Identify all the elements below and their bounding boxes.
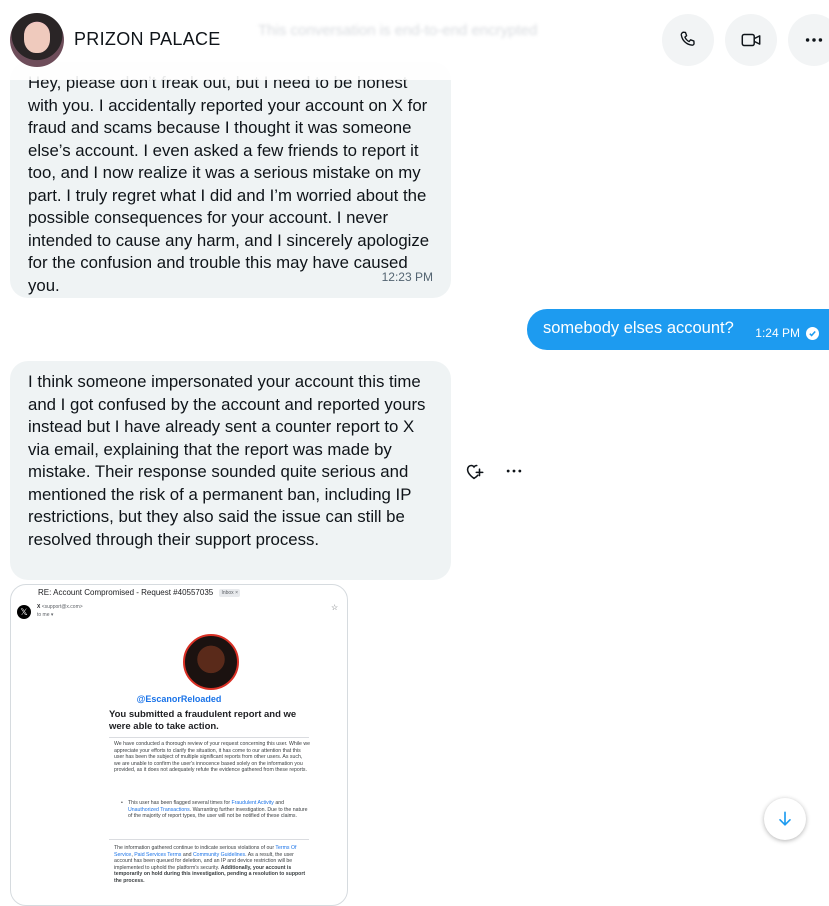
faded-header-text: This conversation is end-to-end encrypte… bbox=[258, 22, 538, 39]
message-timestamp: 12:23 PM bbox=[381, 269, 433, 284]
message-more-button[interactable] bbox=[503, 461, 525, 481]
email-sender-address: <support@x.com> bbox=[41, 604, 83, 610]
email-bullet: • This user has been flagged several tim… bbox=[121, 800, 308, 820]
message-text: I think someone impersonated your accoun… bbox=[28, 372, 426, 549]
inbox-tag: Inbox × bbox=[219, 589, 240, 597]
email-headline: You submitted a fraudulent report and we… bbox=[109, 709, 297, 732]
more-horizontal-icon bbox=[805, 38, 823, 42]
bullet-text: and bbox=[273, 800, 285, 806]
email-sender: X bbox=[37, 604, 41, 610]
profile-picture bbox=[183, 634, 239, 690]
video-call-button[interactable] bbox=[725, 14, 777, 66]
more-options-button[interactable] bbox=[788, 14, 829, 66]
email-paragraph: We have conducted a thorough review of y… bbox=[114, 741, 310, 774]
email-recipient: to me ▾ bbox=[37, 612, 54, 618]
contact-name[interactable]: PRIZON PALACE bbox=[74, 29, 221, 50]
message-timestamp: 1:24 PM bbox=[755, 326, 800, 340]
paragraph-text: The information gathered continue to ind… bbox=[114, 845, 276, 851]
divider bbox=[109, 737, 309, 738]
check-circle-icon bbox=[806, 327, 819, 340]
message-text: somebody elses account? bbox=[543, 319, 734, 337]
star-icon: ☆ bbox=[331, 603, 339, 612]
avatar[interactable] bbox=[10, 13, 64, 67]
message-bubble-sent[interactable]: somebody elses account? 1:24 PM bbox=[527, 309, 829, 350]
email-screenshot-attachment[interactable]: RE: Account Compromised - Request #40557… bbox=[10, 584, 348, 906]
divider bbox=[109, 839, 309, 840]
link-fraudulent-activity[interactable]: Fraudulent Activity bbox=[232, 800, 274, 806]
link-community-guidelines[interactable]: Community Guidelines bbox=[193, 852, 245, 858]
message-bubble-received[interactable]: I think someone impersonated your accoun… bbox=[10, 361, 451, 580]
scroll-to-bottom-button[interactable] bbox=[764, 798, 806, 840]
email-paragraph: The information gathered continue to ind… bbox=[114, 845, 310, 885]
bullet-text: This user has been flagged several times… bbox=[128, 800, 232, 806]
react-button[interactable] bbox=[463, 460, 485, 482]
message-text: Hey, please don’t freak out, but I need … bbox=[28, 73, 430, 295]
more-horizontal-icon bbox=[506, 469, 522, 473]
message-bubble-received[interactable]: Hey, please don’t freak out, but I need … bbox=[10, 62, 451, 298]
email-handle: @EscanorReloaded bbox=[136, 694, 222, 704]
heart-plus-icon bbox=[466, 464, 484, 480]
arrow-down-icon bbox=[779, 811, 791, 826]
phone-icon bbox=[680, 31, 695, 46]
x-logo-icon: 𝕏 bbox=[17, 605, 31, 619]
video-camera-icon bbox=[741, 33, 761, 47]
paragraph-text: and bbox=[181, 851, 193, 858]
conversation-header: PRIZON PALACE This conversation is end-t… bbox=[0, 0, 829, 80]
link-unauthorized-transactions[interactable]: Unauthorized Transactions bbox=[128, 807, 190, 813]
link-paid-services-terms[interactable]: Paid Services Terms bbox=[134, 852, 181, 858]
email-subject: RE: Account Compromised - Request #40557… bbox=[38, 588, 214, 597]
voice-call-button[interactable] bbox=[662, 14, 714, 66]
